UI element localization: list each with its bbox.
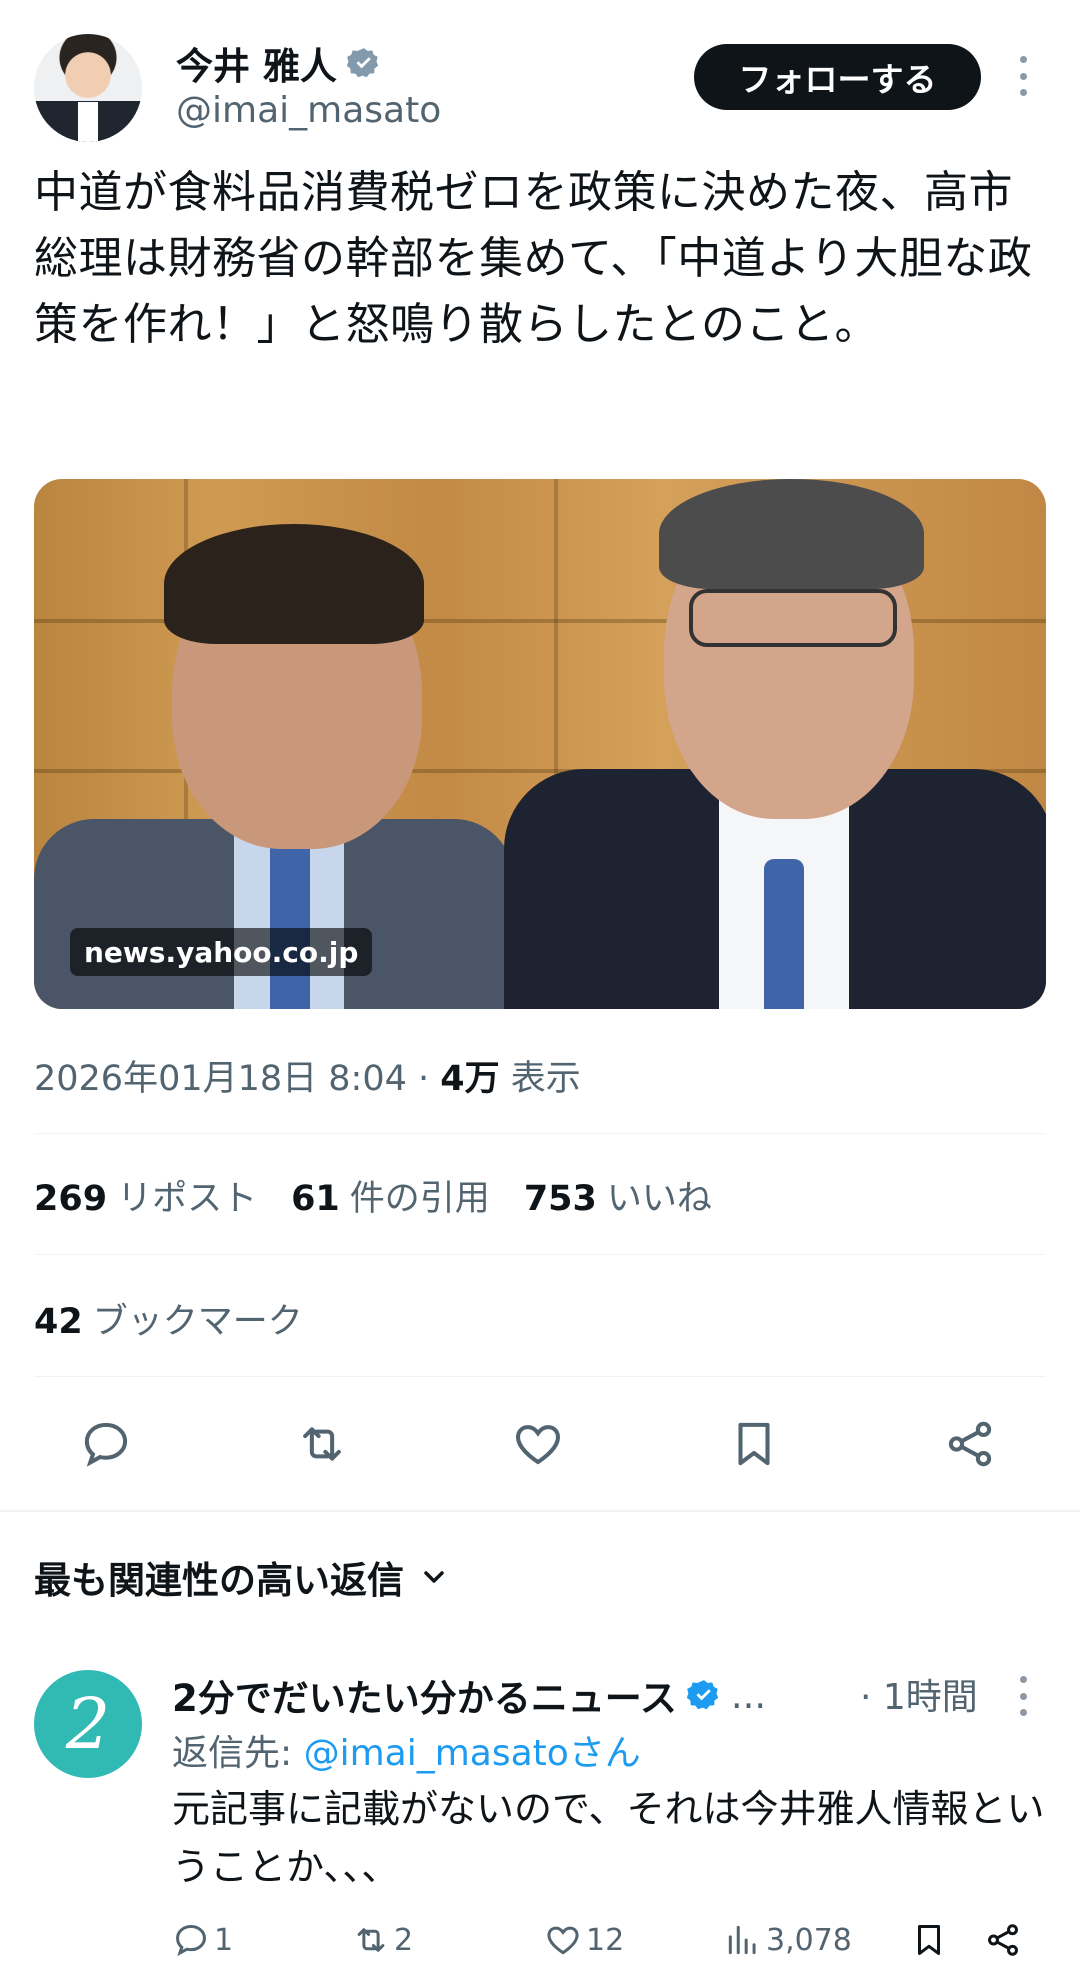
tweet-meta: 2026年01月18日 8:04 · 4万 表示 (34, 1059, 581, 1099)
reply-icon (176, 1925, 206, 1957)
reply-name-row[interactable]: 2分でだいたい分かるニュース ... (172, 1668, 766, 1722)
author-name[interactable]: 今井 雅人 (176, 36, 337, 90)
more-icon[interactable] (1016, 56, 1030, 96)
bookmark-icon[interactable] (910, 1916, 948, 1964)
divider (34, 1254, 1046, 1255)
reply-icon[interactable] (74, 1412, 138, 1476)
follow-button[interactable]: フォローする (694, 44, 981, 110)
more-icon[interactable] (1016, 1676, 1030, 1716)
views-icon (728, 1925, 756, 1955)
quotes-stat[interactable]: 61 件の引用 (291, 1170, 490, 1221)
reply-actions: 1 2 12 3,078 (172, 1916, 1052, 1964)
verified-icon (346, 48, 379, 78)
reply-reply-action[interactable]: 1 (172, 1916, 233, 1964)
author-handle[interactable]: @imai_masato (176, 90, 441, 131)
tweet-text: 中道が食料品消費税ゼロを政策に決めた夜、高市総理は財務省の幹部を集めて、「中道よ… (34, 167, 1033, 350)
reply-sort-label: 最も関連性の高い返信 (34, 1559, 404, 1602)
divider (34, 1376, 1046, 1377)
bookmarks-stat: 42 ブックマーク (34, 1302, 303, 1342)
divider (34, 1133, 1046, 1134)
reply-likes-count: 12 (586, 1922, 625, 1958)
reply-author-name[interactable]: 2分でだいたい分かるニュース (172, 1668, 677, 1722)
reply-to-prefix: 返信先: (172, 1733, 304, 1774)
reply-retweets-count: 2 (394, 1922, 414, 1958)
like-icon (547, 1926, 579, 1955)
likes-stat[interactable]: 753 いいね (524, 1170, 712, 1221)
reply-retweet-action[interactable]: 2 (352, 1916, 413, 1964)
reply-to: 返信先: @imai_masatoさん (172, 1724, 641, 1776)
verified-icon (686, 1680, 719, 1710)
reply-avatar[interactable]: 2 (34, 1670, 142, 1778)
bookmark-icon[interactable] (722, 1412, 786, 1476)
like-icon[interactable] (506, 1412, 570, 1476)
reposts-stat[interactable]: 269 リポスト (34, 1170, 257, 1221)
reply-to-handle[interactable]: @imai_masatoさん (304, 1733, 641, 1774)
reply-name-ellipsis: ... (730, 1673, 767, 1717)
share-icon[interactable] (984, 1916, 1022, 1964)
section-divider (0, 1510, 1080, 1512)
tweet-media-image[interactable]: news.yahoo.co.jp (34, 479, 1046, 1009)
reply-views-count: 3,078 (766, 1922, 852, 1958)
views-label: 表示 (510, 1059, 581, 1099)
share-icon[interactable] (938, 1412, 1002, 1476)
reply-replies-count: 1 (214, 1922, 234, 1958)
reply-views-action[interactable]: 3,078 (724, 1916, 852, 1964)
retweet-icon (357, 1928, 385, 1952)
tweet-actions (34, 1412, 1046, 1476)
tweet-timestamp[interactable]: 2026年01月18日 8:04 (34, 1059, 407, 1099)
media-source-badge: news.yahoo.co.jp (70, 928, 373, 976)
author-avatar[interactable] (34, 34, 142, 142)
engagement-stats: 269 リポスト 61 件の引用 753 いいね (34, 1170, 712, 1221)
views-count: 4万 (440, 1059, 500, 1099)
retweet-icon[interactable] (290, 1412, 354, 1476)
reply-like-action[interactable]: 12 (544, 1916, 624, 1964)
reply-text: 元記事に記載がないので、それは今井雅人情報ということか、、、 (172, 1787, 1045, 1889)
author-name-row[interactable]: 今井 雅人 (176, 36, 381, 90)
chevron-down-icon (424, 1571, 444, 1583)
reply-time[interactable]: · 1時間 (860, 1668, 978, 1720)
reply-sort-dropdown[interactable]: 最も関連性の高い返信 (34, 1550, 450, 1604)
